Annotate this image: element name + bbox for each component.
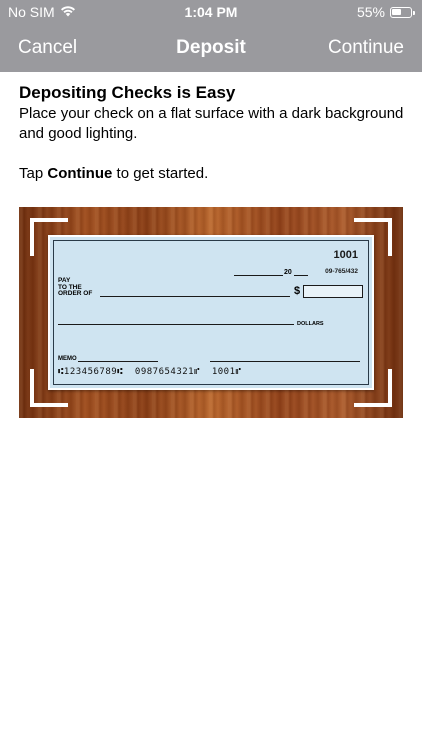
dollar-sign: $ bbox=[294, 285, 301, 297]
amount-box bbox=[303, 285, 363, 298]
date-line-year bbox=[294, 275, 308, 276]
battery-fill bbox=[392, 8, 402, 15]
navigation-header: No SIM 1:04 PM 55% Cancel Deposit Contin… bbox=[0, 0, 422, 72]
sample-check: 1001 09-765/432 20 PAY TO THE ORDER OF $… bbox=[48, 235, 374, 390]
micr-line: ⑆123456789⑆ 0987654321⑈ 1001⑈ bbox=[58, 367, 242, 377]
instructions-tap: Tap Continue to get started. bbox=[19, 164, 409, 184]
instructions: Depositing Checks is Easy Place your che… bbox=[19, 82, 409, 184]
tap-suffix: to get started. bbox=[112, 165, 209, 182]
continue-button[interactable]: Continue bbox=[328, 37, 404, 59]
check-number: 1001 bbox=[333, 249, 358, 261]
written-amount-line bbox=[58, 324, 294, 325]
memo-label: MEMO bbox=[58, 356, 77, 362]
nav-bar: Cancel Deposit Continue bbox=[0, 30, 422, 66]
pay-to-label: PAY TO THE ORDER OF bbox=[58, 277, 93, 298]
status-bar: No SIM 1:04 PM 55% bbox=[0, 0, 422, 24]
battery-percent: 55% bbox=[356, 4, 385, 20]
date-year-prefix: 20 bbox=[284, 269, 292, 276]
payee-line bbox=[100, 296, 290, 297]
check-routing-fraction: 09-765/432 bbox=[325, 268, 358, 275]
check-border: 1001 09-765/432 20 PAY TO THE ORDER OF $… bbox=[53, 240, 369, 385]
tap-prefix: Tap bbox=[19, 165, 48, 182]
dollars-label: DOLLARS bbox=[297, 321, 324, 327]
signature-line bbox=[210, 361, 360, 362]
memo-line bbox=[78, 361, 158, 362]
tap-bold: Continue bbox=[47, 165, 113, 182]
instructions-heading: Depositing Checks is Easy bbox=[19, 83, 236, 102]
date-line bbox=[234, 275, 283, 276]
pay-label-line-3: ORDER OF bbox=[58, 290, 93, 297]
instructions-description: Place your check on a flat surface with … bbox=[19, 105, 404, 142]
battery-indicator: 55% bbox=[356, 4, 415, 20]
battery-icon bbox=[390, 6, 415, 18]
check-sample-image: 1001 09-765/432 20 PAY TO THE ORDER OF $… bbox=[19, 207, 403, 418]
